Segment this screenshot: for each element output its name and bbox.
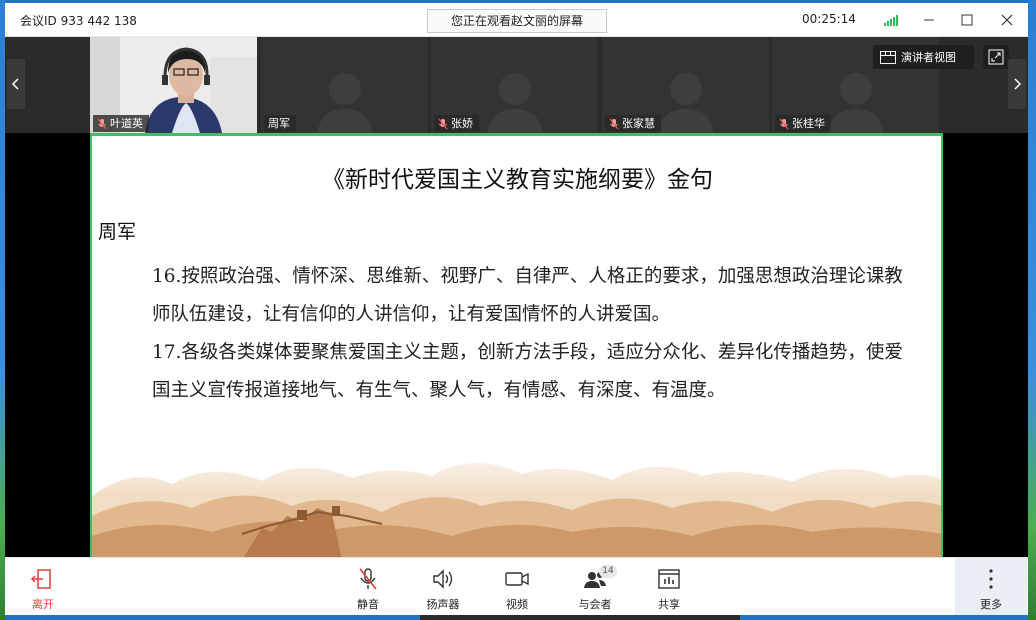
participant-name: 张家慧: [622, 117, 655, 130]
participants-button[interactable]: 14 与会者: [567, 558, 623, 615]
participants-label: 与会者: [578, 598, 612, 611]
meeting-window: 会议ID 933 442 138 您正在观看赵文丽的屏幕 00:25:14 叶道…: [5, 3, 1028, 615]
meeting-toolbar: 离开 静音 扬声器 视频 14 与会者 共享 更多: [5, 557, 1028, 615]
mic-muted-icon: [609, 118, 619, 129]
great-wall-illustration: [92, 436, 941, 557]
more-label: 更多: [980, 598, 1002, 611]
avatar-placeholder-icon: [658, 73, 713, 133]
signal-strength-icon[interactable]: [884, 14, 899, 26]
minimize-icon[interactable]: [916, 8, 942, 32]
leave-door-icon: [30, 569, 51, 589]
title-bar: 会议ID 933 442 138 您正在观看赵文丽的屏幕 00:25:14: [5, 3, 1028, 37]
maximize-icon[interactable]: [954, 8, 980, 32]
share-label: 共享: [658, 598, 680, 611]
shared-slide: 《新时代爱国主义教育实施纲要》金句 周军 16.按照政治强、情怀深、思维新、视野…: [90, 133, 943, 557]
slide-paragraph: 17.各级各类媒体要聚焦爱国主义主题，创新方法手段，适应分众化、差异化传播趋势，…: [152, 342, 903, 401]
sharing-banner[interactable]: 您正在观看赵文丽的屏幕: [427, 9, 607, 33]
speaker-view-button[interactable]: 演讲者视图: [873, 45, 974, 69]
participant-tile-2[interactable]: 张娇: [431, 37, 598, 133]
participant-tile-3[interactable]: 张家慧: [602, 37, 769, 133]
share-button[interactable]: 共享: [641, 558, 697, 615]
participant-name-tag: 张桂华: [775, 115, 831, 132]
chevron-right-icon: [1014, 78, 1022, 90]
participant-name-tag: 周军: [264, 115, 296, 132]
participant-name: 张桂华: [792, 117, 825, 130]
mute-button[interactable]: 静音: [340, 558, 396, 615]
avatar-placeholder-icon: [317, 73, 372, 133]
mic-muted-icon: [779, 118, 789, 129]
fullscreen-button[interactable]: [983, 45, 1009, 69]
video-label: 视频: [506, 598, 528, 611]
meeting-id: 会议ID 933 442 138: [20, 14, 137, 28]
leave-button[interactable]: 离开: [15, 558, 71, 615]
speaker-view-label: 演讲者视图: [901, 51, 956, 64]
more-dots-icon: [989, 569, 993, 589]
avatar-placeholder-icon: [487, 73, 542, 133]
avatar-placeholder-icon: [828, 73, 883, 133]
close-icon[interactable]: [994, 8, 1020, 32]
slide-paragraph: 16.按照政治强、情怀深、思维新、视野广、自律严、人格正的要求，加强思想政治理论…: [152, 266, 903, 325]
participants-count-badge: 14: [599, 565, 617, 578]
share-screen-icon: [658, 569, 680, 589]
more-button[interactable]: 更多: [955, 558, 1027, 615]
speaker-icon: [433, 569, 453, 589]
slide-author: 周军: [98, 221, 137, 243]
video-button[interactable]: 视频: [489, 558, 545, 615]
speaker-label: 扬声器: [426, 598, 460, 611]
participant-name-tag: 张家慧: [605, 115, 661, 132]
leave-label: 离开: [32, 598, 54, 611]
desktop-background-right: [1028, 0, 1036, 620]
shared-screen: 《新时代爱国主义教育实施纲要》金句 周军 16.按照政治强、情怀深、思维新、视野…: [5, 133, 1028, 557]
participant-name: 叶道英: [110, 117, 143, 130]
participant-tile-1[interactable]: 周军: [261, 37, 428, 133]
participant-name-tag: 叶道英: [93, 115, 149, 132]
scroll-left-button[interactable]: [7, 59, 25, 109]
participant-name: 张娇: [451, 117, 473, 130]
grid-view-icon: [880, 50, 896, 64]
mic-muted-icon: [438, 118, 448, 129]
participant-name-tag: 张娇: [434, 115, 479, 132]
participant-tile-0[interactable]: 叶道英: [90, 37, 257, 133]
chevron-left-icon: [11, 78, 19, 90]
participant-name: 周军: [268, 117, 290, 130]
meeting-timer: 00:25:14: [802, 12, 856, 26]
speaker-button[interactable]: 扬声器: [415, 558, 471, 615]
mic-muted-icon: [97, 118, 107, 129]
participant-strip: 叶道英 周军 张娇 张家慧 张桂华 演讲者视图: [5, 37, 1028, 133]
slide-title: 《新时代爱国主义教育实施纲要》金句: [322, 167, 713, 193]
camera-icon: [505, 572, 529, 586]
expand-icon: [988, 49, 1004, 65]
mute-label: 静音: [357, 598, 379, 611]
mic-muted-icon: [359, 568, 377, 590]
scroll-right-button[interactable]: [1008, 59, 1026, 109]
